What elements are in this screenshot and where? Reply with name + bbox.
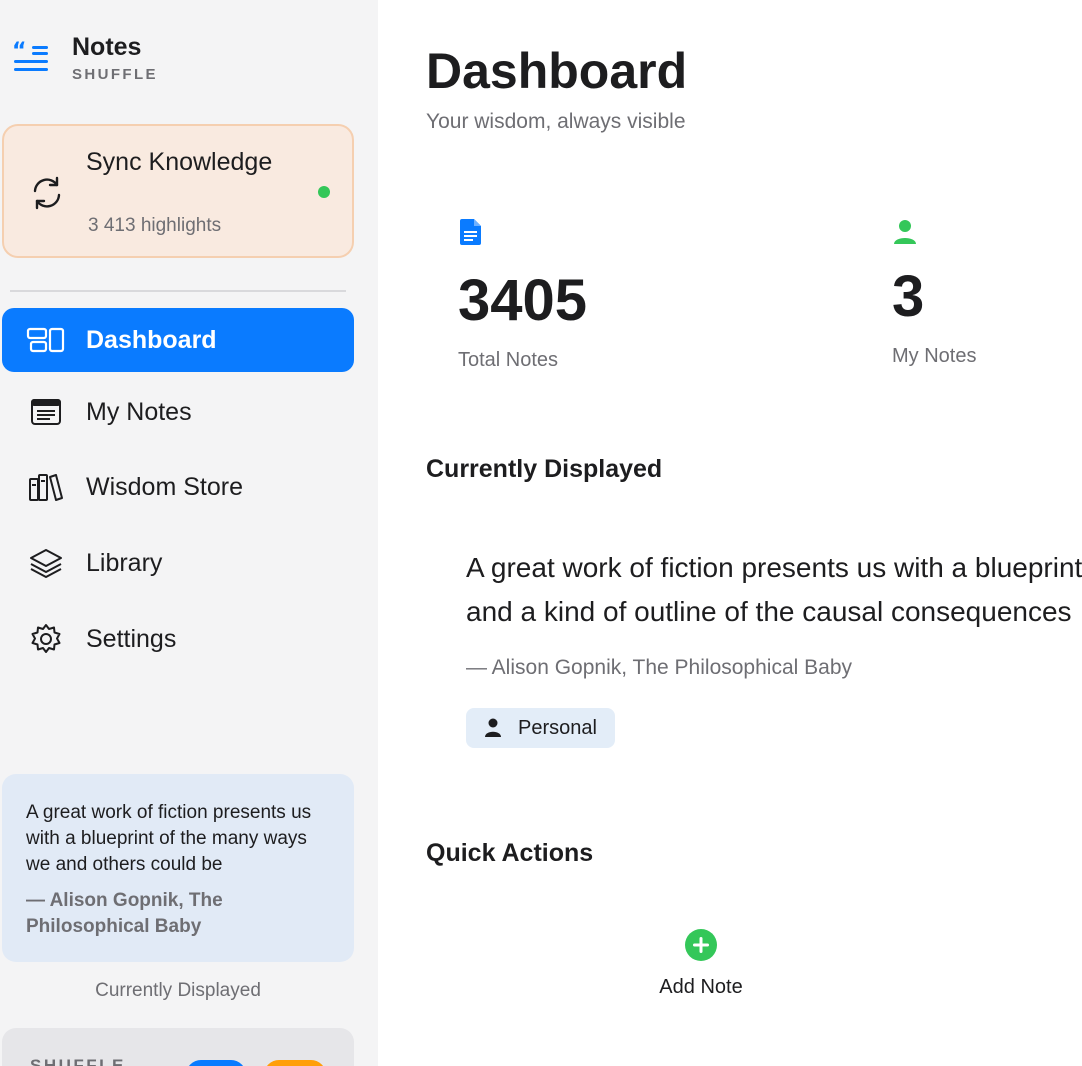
sidebar-item-wisdom-store[interactable]: Wisdom Store	[2, 455, 354, 519]
current-quote-line: A great work of fiction presents us with…	[466, 552, 1082, 583]
sync-title: Sync Knowledge	[86, 148, 273, 176]
brand: “ Notes SHUFFLE	[12, 34, 158, 83]
sidebar-item-label: Settings	[86, 624, 177, 653]
sidebar-divider	[10, 290, 346, 292]
sidebar: “ Notes SHUFFLE Sync Knowledge 3 413 hig…	[0, 0, 378, 1066]
plus-circle-icon	[685, 929, 717, 961]
main-content: Dashboard Your wisdom, always visible 34…	[378, 0, 1082, 1066]
sync-highlight-count: 3 413 highlights	[88, 215, 222, 236]
quote-list-icon: “	[12, 39, 48, 71]
sidebar-item-label: Dashboard	[86, 325, 217, 354]
sidebar-item-settings[interactable]: Settings	[2, 607, 354, 671]
person-icon	[485, 718, 501, 737]
sidebar-item-label: My Notes	[86, 397, 192, 426]
sidebar-item-dashboard[interactable]: Dashboard	[2, 308, 354, 372]
person-icon	[894, 220, 916, 244]
sync-icon	[33, 176, 61, 210]
sync-status-dot	[318, 186, 330, 198]
document-icon	[460, 219, 481, 245]
sidebar-quote-author: — Alison Gopnik, The Philosophical Baby	[26, 890, 223, 937]
section-title-quick-actions: Quick Actions	[426, 839, 594, 867]
stat-my-notes: 3 My Notes	[892, 218, 976, 368]
stat-value: 3405	[458, 268, 588, 333]
sidebar-quote-text: A great work of fiction presents us with…	[26, 802, 312, 875]
current-quote-author: — Alison Gopnik, The Philosophical Baby	[466, 656, 852, 679]
layers-icon	[30, 549, 62, 578]
current-quote-line: and a kind of outline of the causal cons…	[466, 596, 1072, 627]
sidebar-quote-caption: Currently Displayed	[95, 980, 261, 1001]
stat-label: Total Notes	[458, 349, 559, 371]
page-subtitle: Your wisdom, always visible	[426, 110, 686, 133]
sidebar-quote-card[interactable]: A great work of fiction presents us with…	[2, 774, 354, 962]
notes-icon	[31, 399, 61, 425]
sidebar-item-label: Wisdom Store	[86, 472, 243, 501]
shuffle-card-label: SHUFFLE	[30, 1056, 126, 1066]
page-title: Dashboard	[426, 43, 688, 99]
gear-icon	[31, 624, 61, 653]
stat-total-notes: 3405 Total Notes	[458, 218, 587, 372]
tag-label: Personal	[518, 716, 597, 739]
quote-tag-personal[interactable]: Personal	[466, 708, 615, 748]
current-quote-text: A great work of fiction presents us with…	[466, 546, 1082, 634]
sidebar-item-my-notes[interactable]: My Notes	[2, 380, 354, 444]
section-title-currently-displayed: Currently Displayed	[426, 455, 663, 483]
add-note-label: Add Note	[659, 976, 743, 998]
add-note-button[interactable]: Add Note	[640, 928, 762, 999]
dashboard-icon	[26, 327, 65, 353]
shuffle-pill-blue[interactable]	[186, 1060, 246, 1066]
sidebar-item-library[interactable]: Library	[2, 531, 354, 595]
shuffle-card: SHUFFLE	[2, 1028, 354, 1066]
app-window: “ Notes SHUFFLE Sync Knowledge 3 413 hig…	[0, 0, 1082, 1066]
brand-title: Notes	[72, 33, 142, 61]
stat-value: 3	[892, 264, 925, 329]
books-icon	[29, 474, 63, 501]
brand-subtitle: SHUFFLE	[72, 66, 158, 83]
stat-label: My Notes	[892, 345, 977, 367]
sync-knowledge-card[interactable]: Sync Knowledge 3 413 highlights	[2, 124, 354, 258]
shuffle-pill-orange[interactable]	[264, 1060, 326, 1066]
sidebar-item-label: Library	[86, 548, 163, 577]
